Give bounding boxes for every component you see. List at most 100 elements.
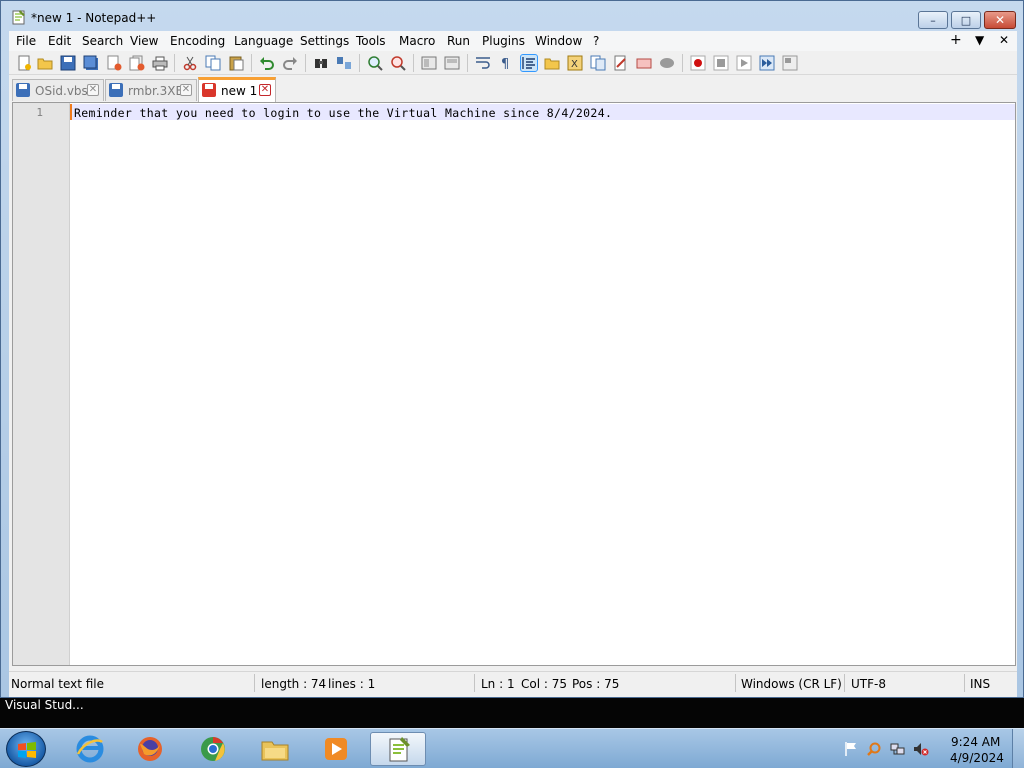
- status-eol[interactable]: Windows (CR LF): [741, 677, 842, 691]
- unsaved-file-icon: [202, 83, 216, 97]
- status-col: Col : 75: [521, 677, 567, 691]
- new-icon[interactable]: [16, 55, 32, 71]
- toolbar-separator: [682, 54, 683, 72]
- menu-macro[interactable]: Macro: [399, 34, 435, 48]
- status-separator: [735, 674, 736, 692]
- zoom-in-icon[interactable]: [367, 55, 383, 71]
- toolbar-separator: [467, 54, 468, 72]
- close-icon[interactable]: [106, 55, 122, 71]
- status-separator: [474, 674, 475, 692]
- menu-plugins[interactable]: Plugins: [482, 34, 525, 48]
- playback-icon[interactable]: [736, 55, 752, 71]
- notepadpp-window: *new 1 - Notepad++ – □ ✕ File Edit Searc…: [0, 0, 1024, 698]
- doc-list-icon[interactable]: [613, 55, 629, 71]
- menu-view[interactable]: View: [130, 34, 158, 48]
- document-map-icon[interactable]: [590, 55, 606, 71]
- line-number: 1: [36, 106, 43, 119]
- stop-record-icon[interactable]: [713, 55, 729, 71]
- toolbar-separator: [174, 54, 175, 72]
- minimize-button[interactable]: –: [918, 11, 948, 29]
- word-wrap-icon[interactable]: [475, 55, 491, 71]
- status-pos: Pos : 75: [572, 677, 620, 691]
- taskbar-notepadpp[interactable]: [370, 732, 426, 766]
- menu-file[interactable]: File: [16, 34, 36, 48]
- clock-time[interactable]: 9:24 AM: [951, 735, 1000, 749]
- save-icon[interactable]: [60, 55, 76, 71]
- function-list-icon[interactable]: X: [567, 55, 583, 71]
- menu-run[interactable]: Run: [447, 34, 470, 48]
- action-center-flag-icon[interactable]: [843, 741, 859, 757]
- zoom-out-icon[interactable]: [390, 55, 406, 71]
- search-tray-icon[interactable]: [866, 741, 882, 757]
- copy-icon[interactable]: [205, 55, 221, 71]
- folder-workspace-icon[interactable]: [544, 55, 560, 71]
- indent-guide-icon[interactable]: [520, 54, 538, 72]
- taskbar-firefox[interactable]: [122, 732, 178, 766]
- taskbar-chrome[interactable]: [185, 732, 241, 766]
- status-separator: [844, 674, 845, 692]
- close-window-button[interactable]: ✕: [984, 11, 1016, 29]
- close-all-icon[interactable]: [129, 55, 145, 71]
- replace-icon[interactable]: [336, 55, 352, 71]
- menu-window[interactable]: Window: [535, 34, 582, 48]
- undo-icon[interactable]: [259, 55, 275, 71]
- tab-new-1[interactable]: new 1 ✕: [198, 77, 276, 102]
- monitoring-icon[interactable]: [636, 55, 652, 71]
- open-icon[interactable]: [37, 55, 53, 71]
- sync-horizontal-icon[interactable]: [444, 55, 460, 71]
- status-insert-mode[interactable]: INS: [970, 677, 990, 691]
- find-icon[interactable]: [313, 55, 329, 71]
- toolbar: ¶ X: [9, 51, 1017, 75]
- save-all-icon[interactable]: [83, 55, 99, 71]
- cut-icon[interactable]: [182, 55, 198, 71]
- menu-search[interactable]: Search: [82, 34, 123, 48]
- redo-icon[interactable]: [282, 55, 298, 71]
- tab-osid-vbs[interactable]: OSid.vbs ✕: [12, 79, 104, 101]
- taskbar-file-explorer[interactable]: [247, 732, 303, 766]
- windows-logo-icon: [18, 742, 36, 758]
- menu-tools[interactable]: Tools: [356, 34, 386, 48]
- taskbar-media-player[interactable]: [308, 732, 364, 766]
- menu-encoding[interactable]: Encoding: [170, 34, 225, 48]
- tab-close-icon[interactable]: ✕: [180, 84, 192, 96]
- network-icon[interactable]: [890, 741, 906, 757]
- tab-label: OSid.vbs: [35, 84, 88, 98]
- menu-language[interactable]: Language: [234, 34, 293, 48]
- status-separator: [964, 674, 965, 692]
- status-lines: lines : 1: [328, 677, 376, 691]
- minimize-icon: –: [930, 13, 936, 27]
- volume-muted-icon[interactable]: [913, 741, 929, 757]
- toolbar-separator: [413, 54, 414, 72]
- tab-close-icon[interactable]: ✕: [87, 84, 99, 96]
- svg-text:X: X: [571, 59, 578, 70]
- menu-settings[interactable]: Settings: [300, 34, 349, 48]
- text-editor[interactable]: 1 Reminder that you need to login to use…: [12, 102, 1016, 666]
- record-macro-icon[interactable]: [690, 55, 706, 71]
- sync-vertical-icon[interactable]: [421, 55, 437, 71]
- close-icon: ✕: [994, 13, 1006, 27]
- editor-line-text[interactable]: Reminder that you need to login to use t…: [74, 106, 612, 120]
- clock-date[interactable]: 4/9/2024: [950, 751, 1004, 765]
- tab-list-dropdown-button[interactable]: ▼: [975, 33, 984, 47]
- print-icon[interactable]: [152, 55, 168, 71]
- tab-rmbr-3xe[interactable]: rmbr.3XE ✕: [105, 79, 197, 101]
- show-all-chars-icon[interactable]: ¶: [498, 55, 514, 71]
- tab-close-icon[interactable]: ✕: [259, 84, 271, 96]
- status-encoding[interactable]: UTF-8: [851, 677, 886, 691]
- paste-icon[interactable]: [228, 55, 244, 71]
- taskbar-internet-explorer[interactable]: [62, 732, 118, 766]
- menu-help[interactable]: ?: [593, 34, 599, 48]
- speech-bubble-icon[interactable]: [659, 55, 675, 71]
- close-document-button[interactable]: ✕: [999, 33, 1009, 47]
- status-separator: [254, 674, 255, 692]
- menu-edit[interactable]: Edit: [48, 34, 71, 48]
- run-multiple-icon[interactable]: [759, 55, 775, 71]
- saved-file-icon: [109, 83, 123, 97]
- tab-label: new 1: [221, 84, 258, 98]
- show-desktop-button[interactable]: [1012, 729, 1024, 768]
- maximize-button[interactable]: □: [951, 11, 981, 29]
- start-button[interactable]: [6, 731, 46, 767]
- title-bar[interactable]: *new 1 - Notepad++ – □ ✕: [1, 1, 1023, 31]
- new-tab-plus-button[interactable]: +: [950, 32, 962, 48]
- save-macro-icon[interactable]: [782, 55, 798, 71]
